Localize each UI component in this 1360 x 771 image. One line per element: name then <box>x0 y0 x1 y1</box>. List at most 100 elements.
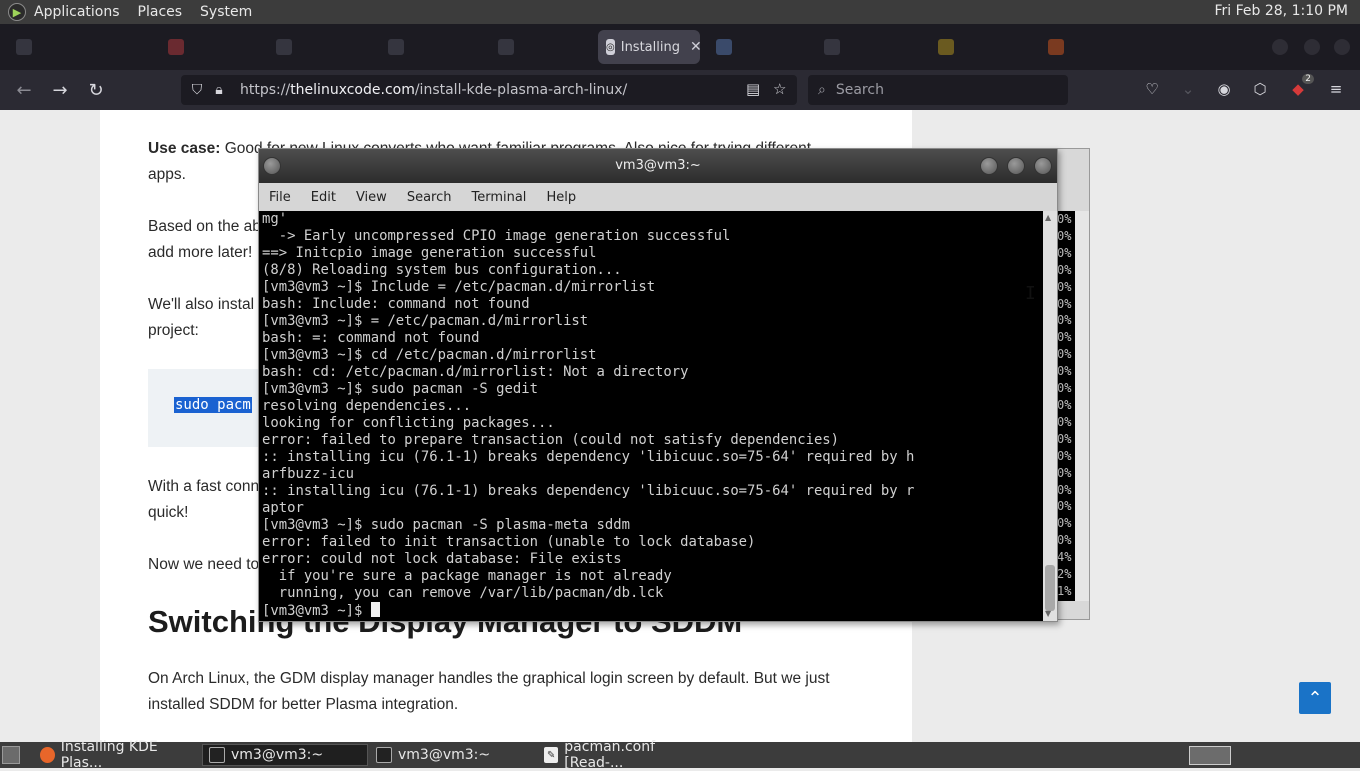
maximize-icon[interactable] <box>1007 157 1025 175</box>
background-terminal-screen: 0% 0% 0% 0% 0% 0% 0% 0% 0% 0% 0% 0% 0% 0% 0% 0% 0% 0% 0% 0%… <box>1057 211 1075 601</box>
pocket-icon[interactable]: ♡ <box>1142 80 1162 100</box>
terminal-screen[interactable]: mg' -> Early uncompressed CPIO image gen… <box>259 211 1043 621</box>
tab-favicon-icon <box>1048 39 1064 55</box>
tab-favicon-icon <box>938 39 954 55</box>
background-terminal-line: 0% <box>1057 347 1072 362</box>
minimize-icon[interactable] <box>980 157 998 175</box>
scroll-up-arrow-icon[interactable]: ▲ <box>1045 213 1051 222</box>
menu-search[interactable]: Search <box>397 190 462 205</box>
background-terminal-window[interactable]: 0% 0% 0% 0% 0% 0% 0% 0% 0% 0% 0% 0% 0% 0% 0% 0% 0% 0% 0% 0%… <box>1056 148 1090 620</box>
terminal-line: bash: =: command not found <box>262 330 480 346</box>
taskbar-item-firefox[interactable]: Installing KDE Plas... <box>34 739 198 771</box>
terminal-scrollbar[interactable]: ▲ ▼ <box>1043 211 1057 621</box>
url-text[interactable]: https://thelinuxcode.com/install-kde-pla… <box>240 82 627 98</box>
extensions-icon[interactable]: ⬡ <box>1250 80 1270 100</box>
tab-background[interactable] <box>8 30 158 64</box>
taskbar-item-terminal[interactable]: vm3@vm3:~ <box>370 744 536 766</box>
tab-background[interactable] <box>930 30 1030 64</box>
system-menu[interactable]: System <box>200 4 252 20</box>
terminal-menubar: File Edit View Search Terminal Help <box>259 183 1057 211</box>
tab-close-icon[interactable]: ✕ <box>690 39 702 55</box>
menu-help[interactable]: Help <box>536 190 586 205</box>
forward-icon[interactable]: → <box>48 78 72 102</box>
tab-background[interactable] <box>490 30 590 64</box>
reload-icon[interactable]: ↻ <box>84 78 108 102</box>
menu-terminal[interactable]: Terminal <box>461 190 536 205</box>
tab-background[interactable] <box>268 30 373 64</box>
background-terminal-line: 0% <box>1057 499 1072 514</box>
taskbar-item-label: Installing KDE Plas... <box>60 739 158 771</box>
menu-edit[interactable]: Edit <box>301 190 346 205</box>
terminal-line: error: could not lock database: File exi… <box>262 551 622 567</box>
background-terminal-line: 1% <box>1057 583 1072 598</box>
tab-active[interactable]: ◎ Installing ✕ <box>598 30 702 64</box>
terminal-titlebar[interactable]: vm3@vm3:~ <box>259 149 1057 183</box>
close-window-icon[interactable] <box>1334 39 1350 55</box>
places-menu[interactable]: Places <box>138 4 183 20</box>
tab-favicon-icon <box>16 39 32 55</box>
tab-background[interactable] <box>708 30 808 64</box>
scroll-to-top-button[interactable]: ⌃ <box>1299 682 1331 714</box>
ublock-icon[interactable]: ◆ 2 <box>1288 74 1314 100</box>
tab-favicon-icon <box>824 39 840 55</box>
minimize-window-icon[interactable] <box>1272 39 1288 55</box>
tab-background[interactable] <box>380 30 480 64</box>
maximize-window-icon[interactable] <box>1304 39 1320 55</box>
terminal-window[interactable]: vm3@vm3:~ File Edit View Search Terminal… <box>258 148 1058 622</box>
close-icon[interactable] <box>1034 157 1052 175</box>
shield-icon[interactable]: ⛉ <box>186 82 208 98</box>
lock-icon[interactable]: 🔒︎ <box>208 82 230 98</box>
reader-view-icon[interactable]: ▤ <box>746 80 760 98</box>
search-placeholder: Search <box>835 82 884 98</box>
tab-strip: ◎ Installing ✕ <box>0 24 1360 70</box>
scroll-down-arrow-icon[interactable]: ▼ <box>1045 609 1051 618</box>
bottom-panel: Installing KDE Plas... vm3@vm3:~ vm3@vm3… <box>0 739 1360 771</box>
terminal-line: if you're sure a package manager is not … <box>262 568 672 584</box>
code-text[interactable]: sudo pacm <box>174 397 252 413</box>
background-terminal-line: 0% <box>1057 465 1072 480</box>
account-icon[interactable]: ◉ <box>1214 80 1234 100</box>
tab-background[interactable] <box>816 30 916 64</box>
taskbar-item-text-editor[interactable]: ✎ pacman.conf [Read-... <box>538 739 708 771</box>
terminal-line: :: installing icu (76.1-1) breaks depend… <box>262 483 915 499</box>
url-bar[interactable]: ⛉ 🔒︎ https://thelinuxcode.com/install-kd… <box>181 75 797 105</box>
terminal-line: -> Early uncompressed CPIO image generat… <box>262 228 731 244</box>
background-terminal-line: 0% <box>1057 330 1072 345</box>
text-editor-icon: ✎ <box>544 747 559 763</box>
terminal-line: mg' <box>262 211 288 227</box>
terminal-line: :: installing icu (76.1-1) breaks depend… <box>262 449 915 465</box>
terminal-line: [vm3@vm3 ~]$ cd /etc/pacman.d/mirrorlist <box>262 347 597 363</box>
bookmark-star-icon[interactable]: ☆ <box>773 80 786 98</box>
terminal-cursor <box>370 602 380 617</box>
tab-favicon-icon <box>276 39 292 55</box>
tab-favicon-icon: ◎ <box>606 39 615 55</box>
menu-file[interactable]: File <box>259 190 301 205</box>
search-icon: ⌕ <box>818 82 826 98</box>
tab-favicon-icon <box>716 39 732 55</box>
background-terminal-line: 0% <box>1057 448 1072 463</box>
hamburger-menu-icon[interactable]: ≡ <box>1326 80 1346 100</box>
scrollbar-thumb[interactable] <box>1045 565 1055 611</box>
clock[interactable]: Fri Feb 28, 1:10 PM <box>1215 3 1349 19</box>
background-terminal-line: 0% <box>1057 482 1072 497</box>
terminal-line: error: failed to prepare transaction (co… <box>262 432 840 448</box>
taskbar-item-terminal-active[interactable]: vm3@vm3:~ <box>202 744 368 766</box>
show-desktop-icon[interactable] <box>2 746 20 764</box>
applications-menu[interactable]: Applications <box>34 4 120 20</box>
back-icon[interactable]: ← <box>12 78 36 102</box>
tab-background[interactable] <box>1040 30 1140 64</box>
text-cursor-ibeam-icon: I <box>1025 283 1036 304</box>
tab-background[interactable] <box>160 30 260 64</box>
distro-logo-icon[interactable]: ▶ <box>8 3 26 21</box>
search-input[interactable]: ⌕ Search <box>808 75 1068 105</box>
background-terminal-scrollbar[interactable] <box>1075 211 1089 601</box>
extension-badge: 2 <box>1302 74 1314 84</box>
menu-view[interactable]: View <box>346 190 397 205</box>
background-terminal-line: 0% <box>1057 516 1072 531</box>
downloads-icon[interactable]: ⌄ <box>1178 80 1198 100</box>
background-terminal-line: 0% <box>1057 296 1072 311</box>
workspace-switcher[interactable] <box>1189 746 1231 765</box>
window-menu-icon[interactable] <box>263 157 281 175</box>
background-terminal-line: 0% <box>1057 381 1072 396</box>
tab-favicon-icon <box>388 39 404 55</box>
